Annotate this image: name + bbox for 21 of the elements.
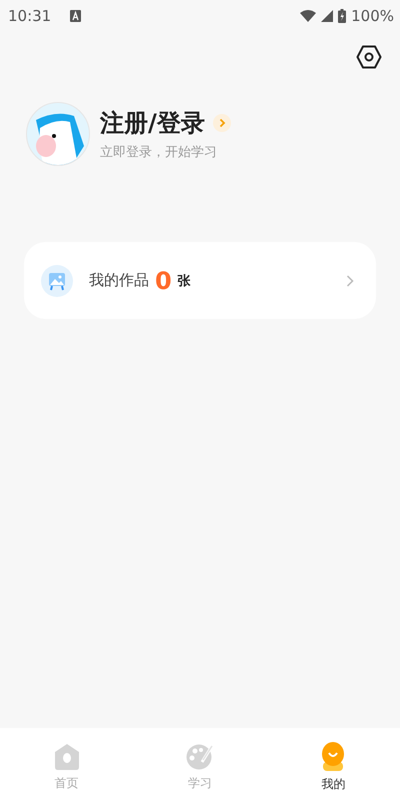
settings-icon[interactable] (356, 44, 382, 70)
tab[interactable]: 我的 (266, 728, 400, 807)
palette-icon (186, 743, 214, 771)
home-icon (54, 743, 80, 771)
signal-icon (321, 10, 334, 22)
wifi-icon (300, 10, 316, 22)
notification-icon (70, 10, 82, 22)
battery-icon (338, 9, 346, 23)
avatar-drawing[interactable] (26, 102, 90, 166)
my-works-card[interactable]: 我的作品 0 张 (24, 242, 376, 319)
chevron-right-icon[interactable] (212, 114, 231, 132)
works-count: 0 (155, 266, 172, 294)
battery-percent: 100% (351, 7, 394, 25)
works-label: 我的作品 (89, 271, 149, 290)
status-time: 10:31 (8, 7, 52, 25)
smiley-icon (321, 742, 346, 772)
login-subtitle: 立即登录，开始学习 (100, 144, 218, 161)
login-link[interactable]: 注册/登录 (100, 107, 205, 139)
works-unit: 张 (178, 272, 191, 290)
picture-frame-icon (41, 264, 73, 296)
chevron-right-icon (346, 274, 354, 286)
